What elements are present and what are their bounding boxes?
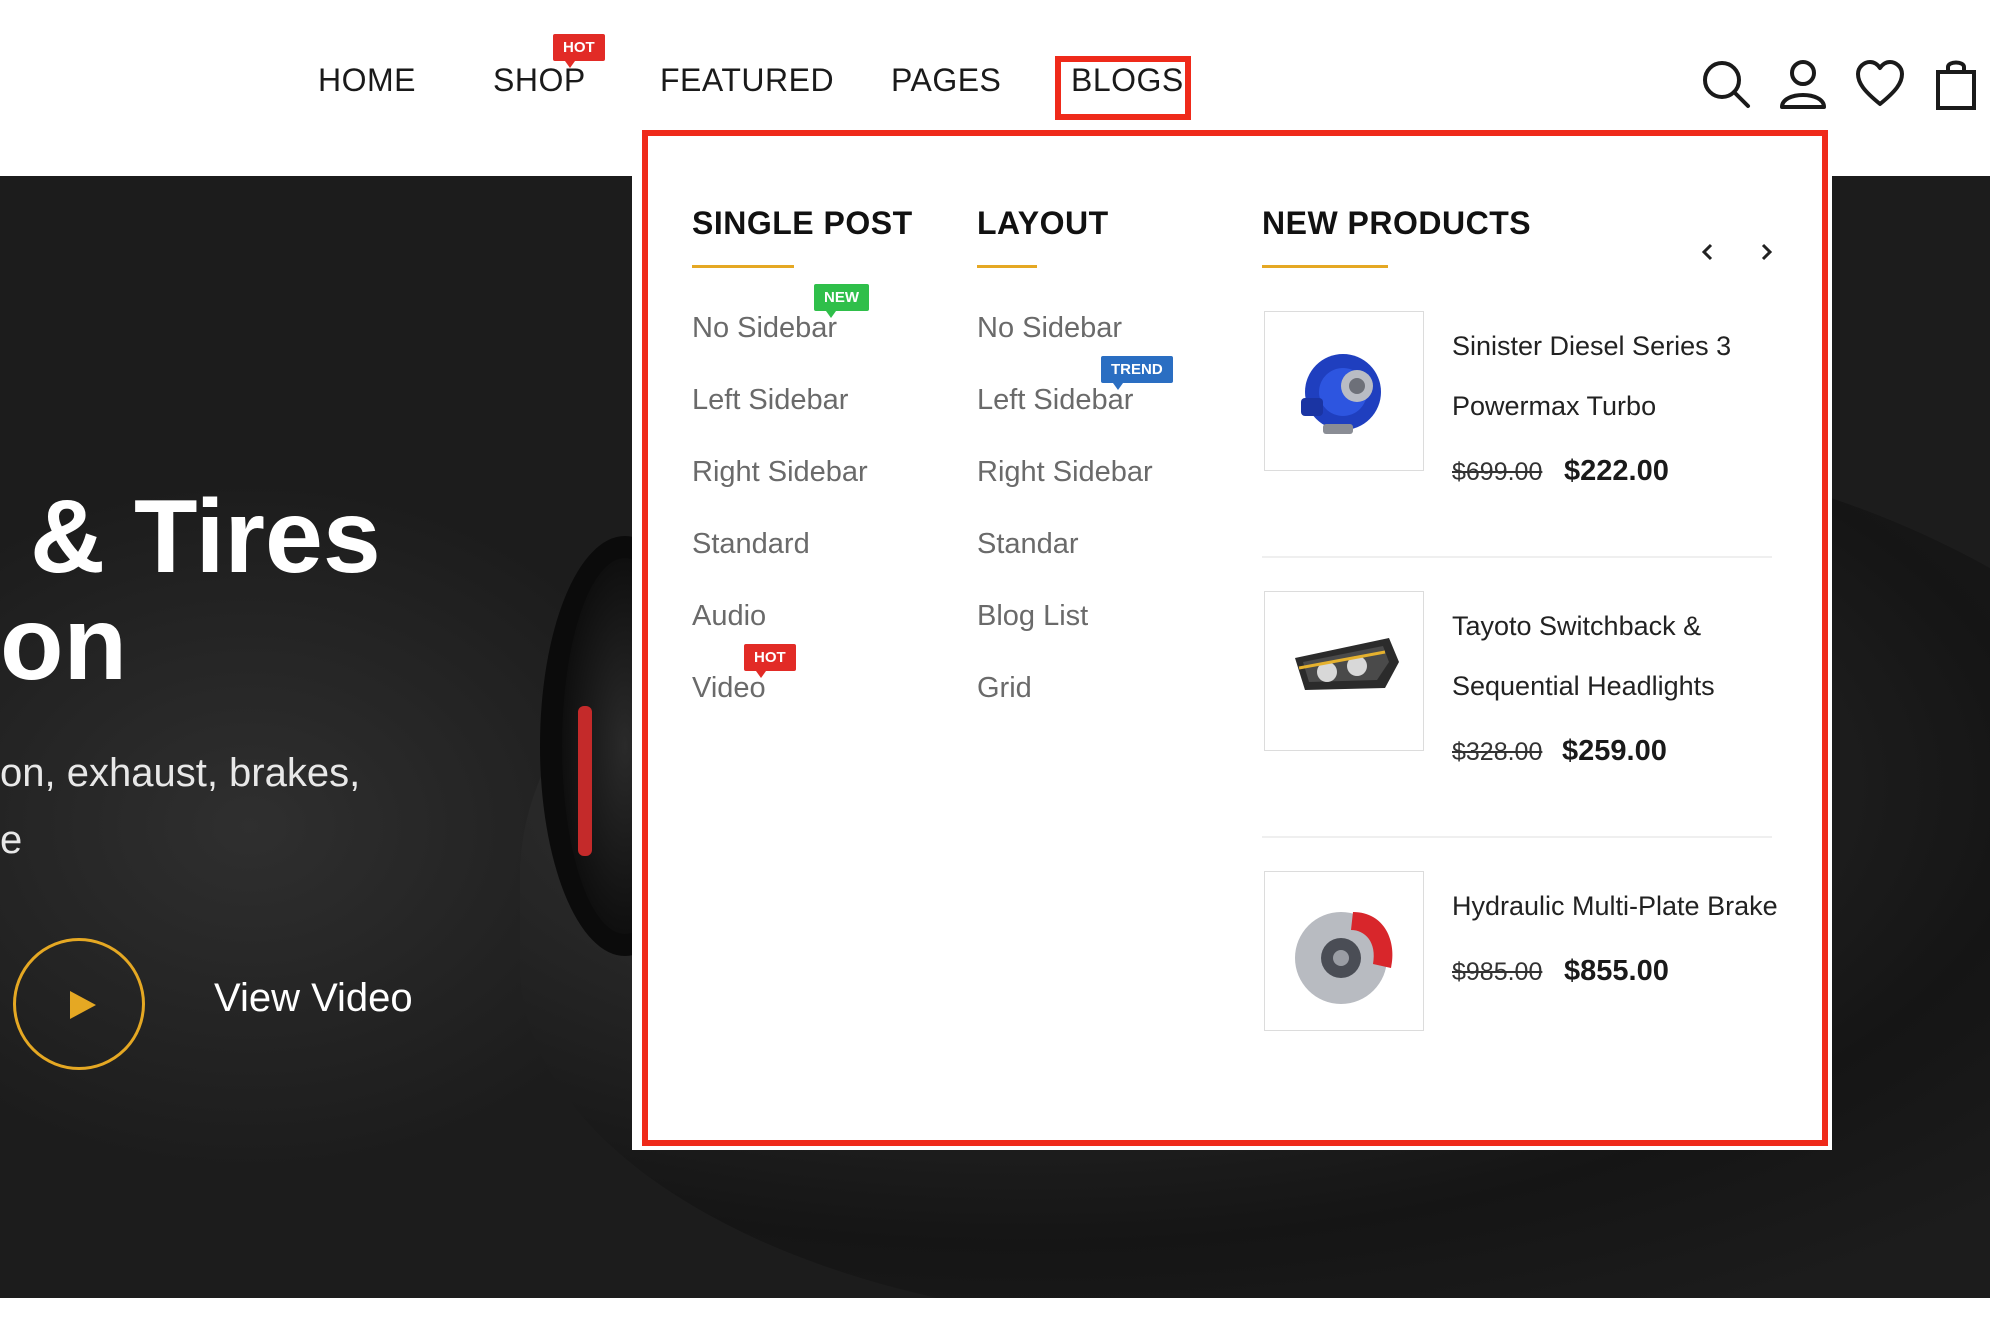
chevron-right-icon[interactable]	[1752, 238, 1780, 266]
view-video-link[interactable]: View Video	[214, 976, 413, 1021]
hero-subtitle-line1: on, exhaust, brakes,	[0, 751, 361, 795]
layout-link-grid[interactable]: Grid	[977, 672, 1032, 705]
nav-pages[interactable]: PAGES	[891, 62, 1001, 99]
shop-hot-badge: HOT	[553, 34, 605, 68]
single-post-link-left-sidebar[interactable]: Left Sidebar	[692, 384, 848, 417]
single-post-link-no-sidebar[interactable]: No Sidebar	[692, 312, 837, 345]
product-name-headlights[interactable]: Tayoto Switchback & Sequential Headlight…	[1452, 596, 1792, 716]
hero-title-line2: on	[0, 586, 128, 702]
product-name-brake[interactable]: Hydraulic Multi-Plate Brake	[1452, 876, 1792, 936]
single-post-underline	[692, 265, 794, 268]
product-price-headlights: $259.00	[1562, 735, 1667, 767]
shopping-bag-icon[interactable]	[1934, 58, 1978, 110]
product-old-price-turbo: $699.00	[1452, 458, 1543, 486]
product-old-price-headlights: $328.00	[1452, 738, 1543, 766]
product-price-brake: $855.00	[1564, 955, 1669, 987]
single-post-link-audio[interactable]: Audio	[692, 600, 766, 633]
chevron-left-icon[interactable]	[1694, 238, 1722, 266]
single-post-link-video[interactable]: Video	[692, 672, 766, 705]
nav-featured[interactable]: FEATURED	[660, 62, 834, 99]
page-bottom	[0, 1298, 1990, 1324]
trend-badge: TREND	[1101, 356, 1173, 390]
product-image-headlights[interactable]	[1264, 591, 1424, 751]
new-products-heading: NEW PRODUCTS	[1262, 205, 1532, 241]
product-image-brake[interactable]	[1264, 871, 1424, 1031]
single-post-link-right-sidebar[interactable]: Right Sidebar	[692, 456, 868, 489]
product-image-turbo[interactable]	[1264, 311, 1424, 471]
layout-link-left-sidebar[interactable]: Left Sidebar	[977, 384, 1133, 417]
nav-blogs-highlight	[1055, 56, 1191, 120]
hero-title-line1: & Tires	[30, 479, 381, 595]
video-hot-badge: HOT	[744, 644, 796, 678]
layout-link-blog-list[interactable]: Blog List	[977, 600, 1088, 633]
layout-link-standar[interactable]: Standar	[977, 528, 1079, 561]
play-video-button[interactable]	[13, 938, 145, 1070]
product-price-turbo: $222.00	[1564, 455, 1669, 487]
layout-link-no-sidebar[interactable]: No Sidebar	[977, 312, 1122, 345]
hero-subtitle-line2: e	[0, 818, 23, 862]
heart-icon[interactable]	[1854, 58, 1906, 110]
layout-underline	[977, 265, 1037, 268]
brake-caliper	[578, 706, 592, 856]
layout-link-right-sidebar[interactable]: Right Sidebar	[977, 456, 1153, 489]
single-post-link-standard[interactable]: Standard	[692, 528, 810, 561]
new-badge: NEW	[814, 284, 869, 318]
product-divider	[1262, 556, 1772, 558]
product-name-turbo[interactable]: Sinister Diesel Series 3 Powermax Turbo	[1452, 316, 1792, 436]
product-old-price-brake: $985.00	[1452, 958, 1543, 986]
user-icon[interactable]	[1777, 58, 1829, 110]
nav-home[interactable]: HOME	[318, 62, 416, 99]
play-icon	[70, 991, 96, 1019]
product-divider	[1262, 836, 1772, 838]
new-products-underline	[1262, 265, 1388, 268]
search-icon[interactable]	[1700, 58, 1752, 110]
single-post-heading: SINGLE POST	[692, 205, 913, 241]
layout-heading: LAYOUT	[977, 205, 1109, 241]
